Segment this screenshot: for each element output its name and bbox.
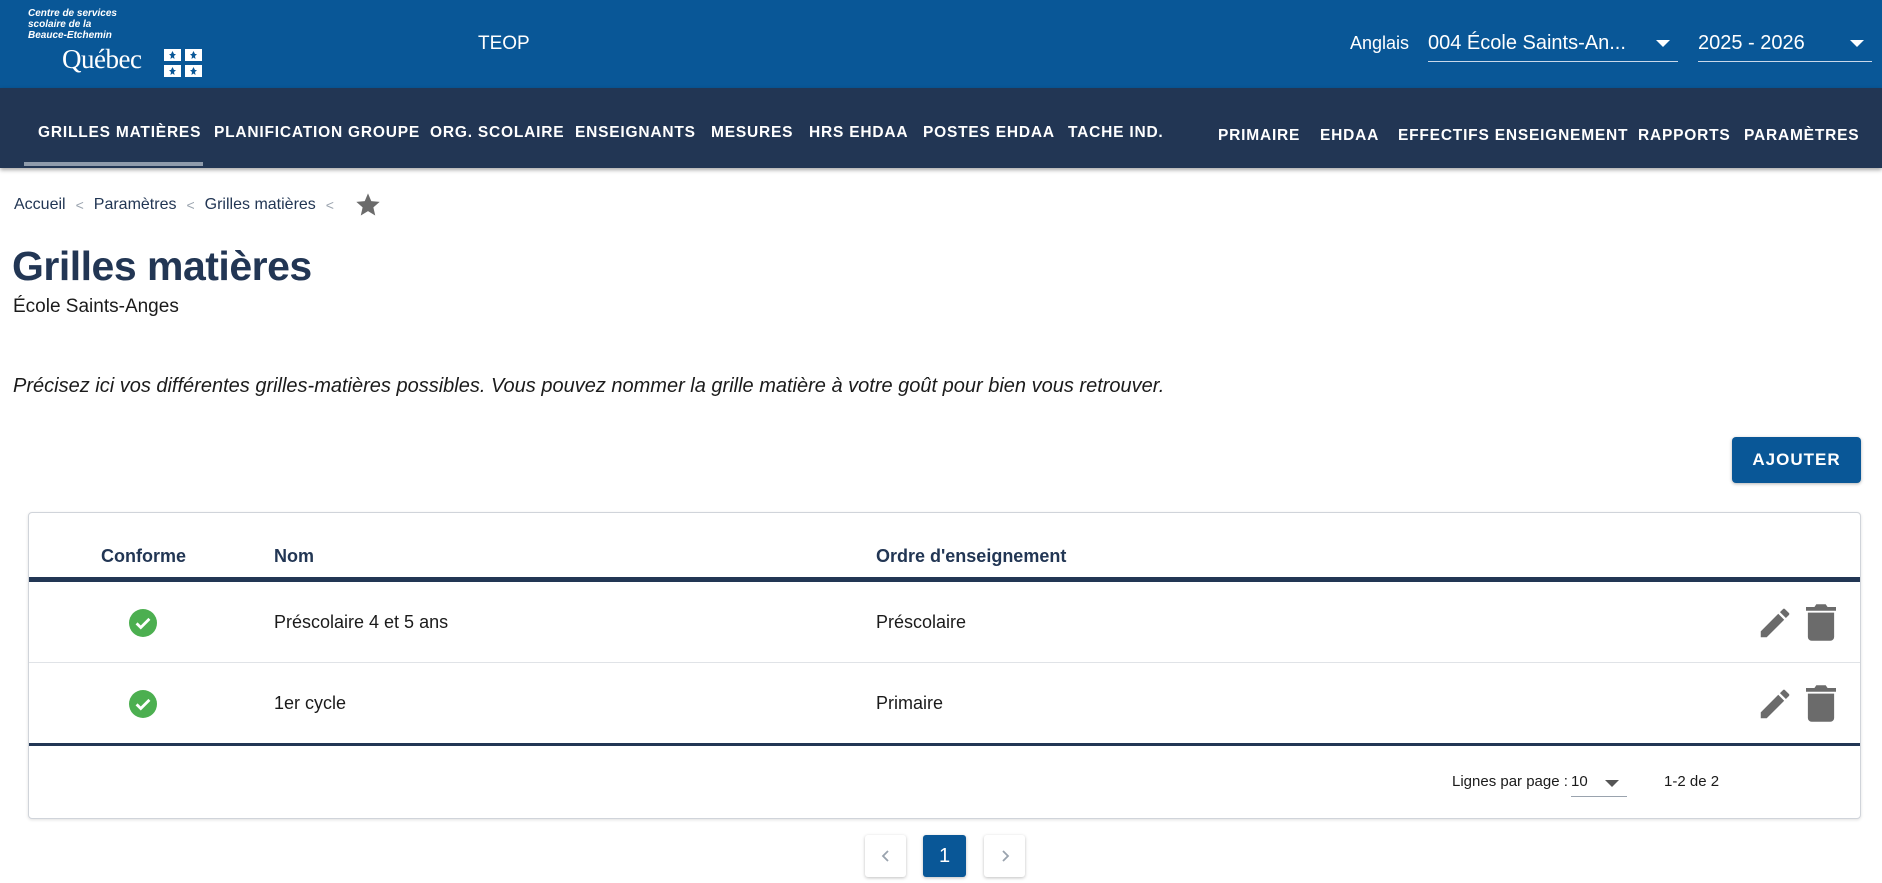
nav-effectifs-enseignement[interactable]: EFFECTIFS ENSEIGNEMENT <box>1398 127 1628 145</box>
year-select-value: 2025 - 2026 <box>1698 32 1805 54</box>
nav-enseignants[interactable]: ENSEIGNANTS <box>575 124 696 142</box>
page-title: Grilles matières <box>12 243 312 289</box>
check-circle-icon <box>129 690 157 718</box>
school-select-value: 004 École Saints-An... <box>1428 32 1626 54</box>
page-1-button[interactable]: 1 <box>923 835 966 877</box>
nav-tache-ind[interactable]: TACHE IND. <box>1068 124 1164 142</box>
trash-delete-icon[interactable] <box>1806 684 1836 722</box>
footer-divider <box>29 743 1860 746</box>
nav-rapports[interactable]: RAPPORTS <box>1638 127 1731 145</box>
row-nom: Préscolaire 4 et 5 ans <box>274 612 449 632</box>
year-select[interactable]: 2025 - 2026 <box>1698 30 1872 62</box>
fleurdelise-flag-icon <box>164 49 202 77</box>
breadcrumb-grilles-matieres[interactable]: Grilles matières <box>205 196 316 214</box>
check-circle-icon <box>129 609 157 637</box>
chevron-left-icon <box>881 850 889 862</box>
previous-page-button[interactable] <box>865 835 906 877</box>
favorite-star-icon[interactable] <box>354 191 382 219</box>
nav-org-scolaire[interactable]: ORG. SCOLAIRE <box>430 124 564 142</box>
next-page-button[interactable] <box>984 835 1025 877</box>
intro-text: Précisez ici vos différentes grilles-mat… <box>13 375 1165 397</box>
row-ordre: Primaire <box>876 693 944 713</box>
column-header-conforme[interactable]: Conforme <box>101 546 186 567</box>
nav-primaire[interactable]: PRIMAIRE <box>1218 127 1300 145</box>
grilles-table: Conforme Nom Ordre d'enseignement Présco… <box>28 512 1861 819</box>
organization-name: Centre de services scolaire de la Beauce… <box>28 8 117 41</box>
nav-parametres[interactable]: PARAMÈTRES <box>1744 127 1859 145</box>
nav-postes-ehdaa[interactable]: POSTES EHDAA <box>923 124 1055 142</box>
organization-logo[interactable]: Centre de services scolaire de la Beauce… <box>28 8 208 77</box>
rows-per-page-value: 10 <box>1571 773 1588 790</box>
breadcrumb-separator: < <box>325 197 334 213</box>
chevron-right-icon <box>1002 850 1010 862</box>
top-header: Centre de services scolaire de la Beauce… <box>0 0 1882 88</box>
trash-delete-icon[interactable] <box>1806 603 1836 641</box>
chevron-down-icon <box>1605 780 1619 787</box>
quebec-wordmark: Québec <box>62 44 142 74</box>
rows-per-page-label: Lignes par page : <box>1452 773 1568 790</box>
breadcrumb-separator: < <box>186 197 195 213</box>
nav-grilles-matieres[interactable]: GRILLES MATIÈRES <box>38 124 201 142</box>
main-navigation: GRILLES MATIÈRES PLANIFICATION GROUPE OR… <box>0 88 1882 168</box>
school-select[interactable]: 004 École Saints-An... <box>1428 30 1678 62</box>
breadcrumb-accueil[interactable]: Accueil <box>14 196 66 214</box>
column-header-ordre[interactable]: Ordre d'enseignement <box>876 546 1066 567</box>
breadcrumb-parametres[interactable]: Paramètres <box>94 196 177 214</box>
chevron-down-icon <box>1656 40 1670 47</box>
row-ordre: Préscolaire <box>876 612 967 632</box>
language-toggle-link[interactable]: Anglais <box>1350 33 1409 54</box>
table-row: Préscolaire 4 et 5 ans Préscolaire <box>29 582 1860 663</box>
page-subtitle: École Saints-Anges <box>13 296 179 317</box>
nav-ehdaa[interactable]: EHDAA <box>1320 127 1379 145</box>
nav-mesures[interactable]: MESURES <box>711 124 793 142</box>
breadcrumb-separator: < <box>75 197 84 213</box>
column-header-nom[interactable]: Nom <box>274 546 314 567</box>
row-nom: 1er cycle <box>274 693 347 713</box>
nav-hrs-ehdaa[interactable]: HRS EHDAA <box>809 124 908 142</box>
table-row: 1er cycle Primaire <box>29 663 1860 744</box>
chevron-down-icon <box>1850 40 1864 47</box>
breadcrumb: Accueil < Paramètres < Grilles matières … <box>14 193 382 217</box>
app-title: TEOP <box>478 33 530 54</box>
add-button[interactable]: AJOUTER <box>1732 437 1861 483</box>
pencil-edit-icon[interactable] <box>1756 685 1794 723</box>
rows-per-page-select[interactable]: 10 <box>1571 769 1627 797</box>
row-range-text: 1-2 de 2 <box>1664 773 1720 790</box>
pencil-edit-icon[interactable] <box>1756 604 1794 642</box>
active-tab-indicator <box>24 162 203 166</box>
nav-planification-groupe[interactable]: PLANIFICATION GROUPE <box>214 124 420 142</box>
